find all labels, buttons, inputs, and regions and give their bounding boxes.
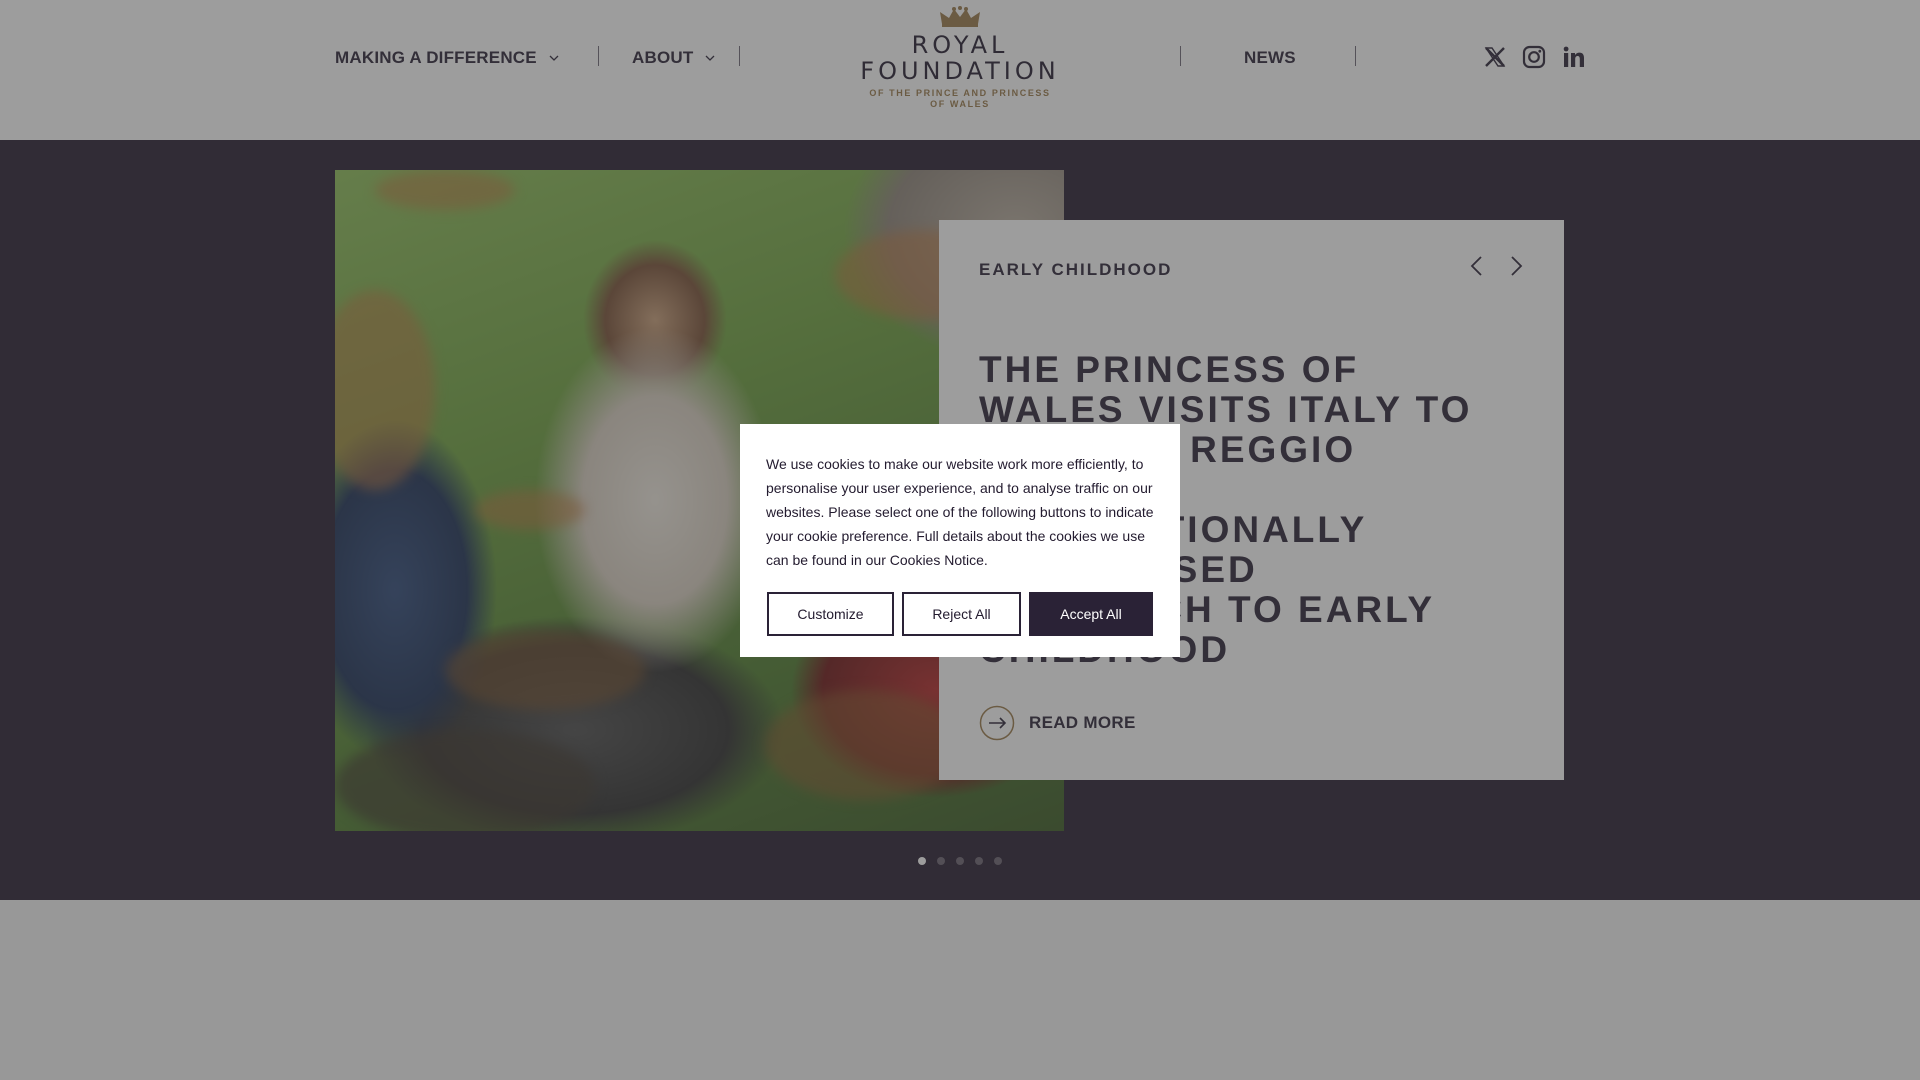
customize-cookies-button[interactable]: Customize <box>767 592 894 636</box>
cookie-consent-dialog: We use cookies to make our website work … <box>740 424 1180 657</box>
cookie-consent-text: We use cookies to make our website work … <box>766 456 1154 568</box>
accept-all-cookies-button[interactable]: Accept All <box>1029 592 1153 636</box>
reject-all-cookies-button[interactable]: Reject All <box>902 592 1021 636</box>
cookie-button-row: Customize Reject All Accept All <box>767 592 1153 636</box>
